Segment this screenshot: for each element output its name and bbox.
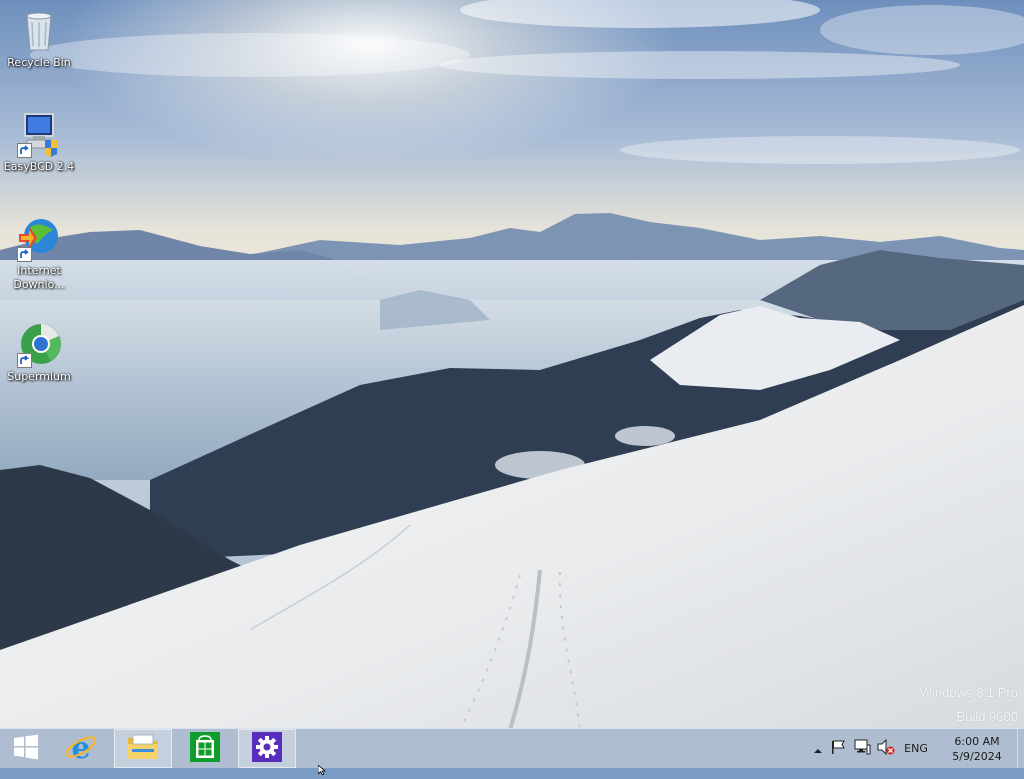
show-desktop-button[interactable] bbox=[1017, 729, 1024, 768]
desktop-wallpaper bbox=[0, 0, 1024, 768]
volume-button[interactable] bbox=[874, 729, 898, 768]
clock: 6:00 AM 5/9/2024 bbox=[952, 734, 1001, 764]
recycle-bin-icon bbox=[15, 6, 63, 54]
easybcd-icon bbox=[15, 110, 63, 158]
desktop-icon-easybcd[interactable]: EasyBCD 2.4 bbox=[1, 110, 77, 174]
chevron-up-icon bbox=[814, 739, 822, 758]
shortcut-arrow-icon bbox=[17, 353, 32, 368]
shortcut-arrow-icon bbox=[17, 247, 32, 262]
desktop-icon-label: Supermium bbox=[7, 370, 71, 383]
store-icon bbox=[190, 731, 220, 766]
file-explorer-icon bbox=[127, 733, 159, 765]
start-button[interactable] bbox=[0, 729, 52, 768]
taskbar-settings[interactable] bbox=[238, 729, 296, 768]
taskbar-file-explorer[interactable] bbox=[114, 729, 172, 768]
watermark-build: Build 9600 bbox=[956, 709, 1018, 724]
flag-icon bbox=[830, 739, 846, 759]
clock-date: 5/9/2024 bbox=[952, 749, 1002, 763]
watermark-edition: Windows 8.1 Pro bbox=[919, 685, 1018, 700]
taskbar-store[interactable] bbox=[176, 729, 234, 768]
taskbar-internet-explorer[interactable]: e bbox=[52, 729, 110, 768]
windows-version-watermark: Windows 8.1 Pro Build 9600 bbox=[920, 684, 1018, 726]
desktop-icon-label: Internet Downlo... bbox=[13, 264, 65, 291]
input-language-button[interactable]: ENG bbox=[900, 729, 932, 768]
clock-button[interactable]: 6:00 AM 5/9/2024 bbox=[938, 729, 1016, 768]
desktop-icon-supermium[interactable]: Supermium bbox=[1, 320, 77, 384]
volume-muted-icon bbox=[877, 738, 895, 759]
language-indicator: ENG bbox=[904, 742, 928, 755]
taskbar: e ENG 6:00 AM 5/9/2024 bbox=[0, 728, 1024, 768]
desktop-icon-recycle-bin[interactable]: Recycle Bin bbox=[1, 6, 77, 70]
windows-start-icon bbox=[13, 734, 39, 764]
internet-explorer-icon: e bbox=[64, 730, 98, 768]
internet-download-manager-icon bbox=[15, 214, 63, 262]
desktop-icon-label: Recycle Bin bbox=[7, 56, 71, 69]
action-center-button[interactable] bbox=[826, 729, 850, 768]
network-icon bbox=[853, 739, 871, 759]
settings-gear-icon bbox=[252, 731, 282, 766]
mouse-pointer-icon bbox=[317, 760, 328, 779]
show-hidden-icons-button[interactable] bbox=[810, 729, 826, 768]
supermium-browser-icon bbox=[15, 320, 63, 368]
system-tray: ENG 6:00 AM 5/9/2024 bbox=[810, 729, 1024, 768]
desktop-icon-label: EasyBCD 2.4 bbox=[3, 160, 75, 173]
svg-text:e: e bbox=[71, 731, 90, 764]
network-button[interactable] bbox=[850, 729, 874, 768]
desktop-icon-internet-download-manager[interactable]: Internet Downlo... bbox=[1, 214, 77, 292]
shortcut-arrow-icon bbox=[17, 143, 32, 158]
clock-time: 6:00 AM bbox=[954, 734, 1000, 748]
